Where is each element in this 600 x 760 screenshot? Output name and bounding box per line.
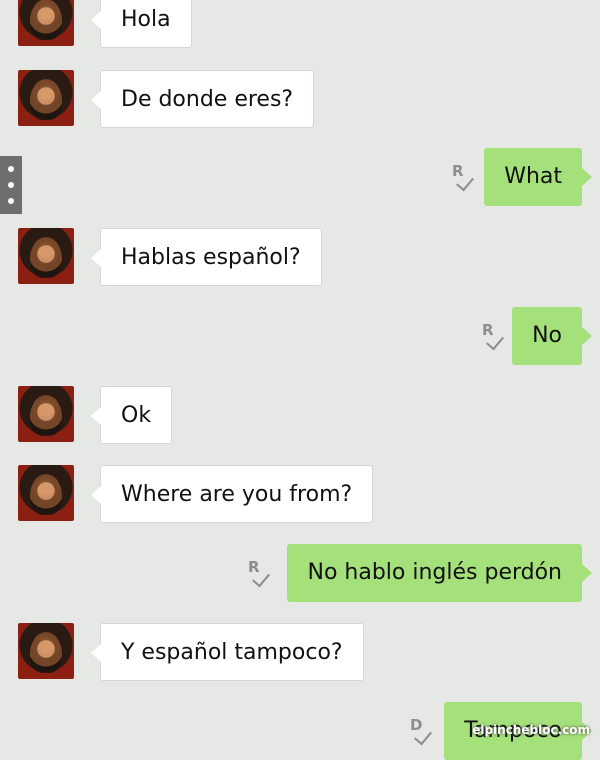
- watermark: elpinchebloc.com: [472, 723, 590, 737]
- incoming-message[interactable]: Where are you from?: [90, 465, 374, 523]
- message-text: Hola: [121, 7, 171, 32]
- message-text: Ok: [121, 403, 152, 428]
- message-text: Hablas español?: [121, 245, 301, 270]
- outgoing-message[interactable]: What: [484, 148, 592, 206]
- incoming-message[interactable]: De donde eres?: [90, 70, 315, 128]
- chat-thread: Hola De donde eres? R What Hablas españo…: [0, 0, 600, 760]
- menu-dot-icon: [8, 198, 14, 204]
- contact-avatar[interactable]: [18, 623, 74, 679]
- delivered-receipt-icon: D: [408, 716, 434, 746]
- message-text: No hablo inglés perdón: [307, 560, 562, 585]
- contact-avatar[interactable]: [18, 386, 74, 442]
- message-text: De donde eres?: [121, 87, 294, 112]
- incoming-message[interactable]: Hola: [91, 0, 192, 48]
- contact-avatar[interactable]: [18, 228, 74, 284]
- message-text: Where are you from?: [121, 482, 353, 507]
- read-receipt-icon: R: [450, 162, 476, 192]
- message-text: No: [532, 323, 562, 348]
- message-text: Y español tampoco?: [121, 640, 343, 665]
- menu-dot-icon: [8, 166, 14, 172]
- contact-avatar[interactable]: [18, 465, 74, 521]
- message-text: What: [504, 164, 562, 189]
- incoming-message[interactable]: Hablas español?: [91, 228, 322, 286]
- overflow-menu-button[interactable]: [0, 156, 22, 214]
- read-receipt-icon: R: [480, 321, 506, 351]
- outgoing-message[interactable]: No hablo inglés perdón: [287, 544, 592, 602]
- contact-avatar[interactable]: [18, 0, 74, 46]
- outgoing-message[interactable]: No: [512, 307, 592, 365]
- contact-avatar[interactable]: [18, 70, 74, 126]
- incoming-message[interactable]: Ok: [90, 386, 173, 444]
- menu-dot-icon: [8, 182, 14, 188]
- incoming-message[interactable]: Y español tampoco?: [91, 623, 364, 681]
- read-receipt-icon: R: [246, 558, 272, 588]
